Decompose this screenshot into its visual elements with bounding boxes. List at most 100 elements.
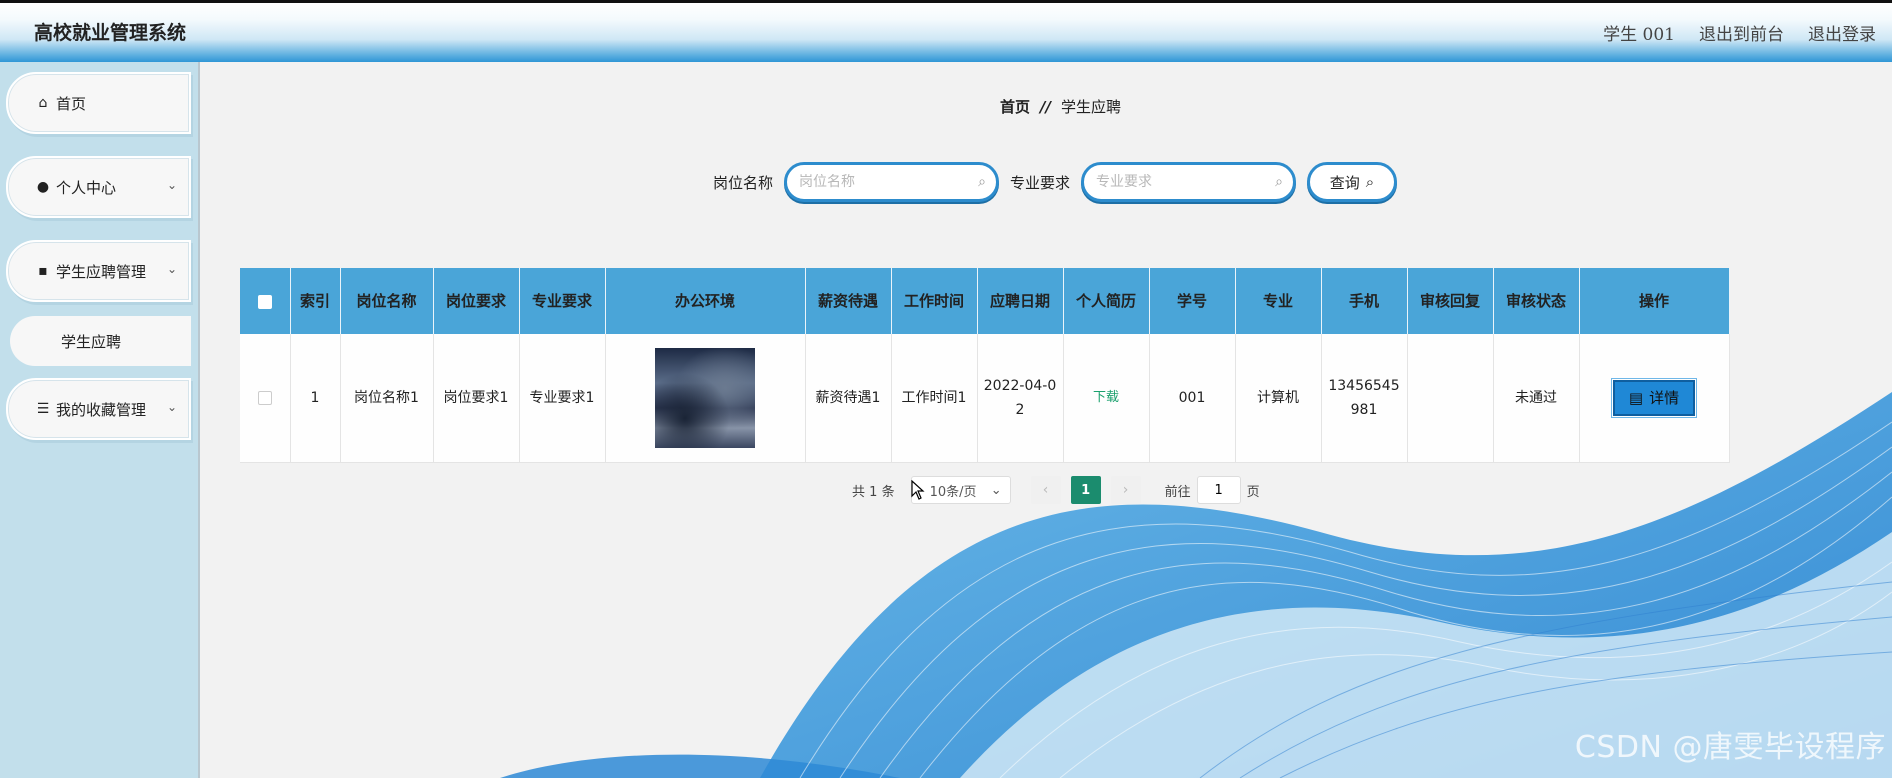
office-environment-image[interactable]: [655, 347, 755, 448]
sidebar: ⌂ 首页 ● 个人中心 ⌄ ▪ 学生应聘管理 ⌄ 学生应聘 ☰ 我的收藏管理 ⌄: [0, 62, 200, 778]
pagination-total: 共 1 条: [852, 481, 895, 500]
document-icon: ▤: [1628, 388, 1644, 407]
sidebar-item-label: 学生应聘管理: [56, 262, 147, 281]
breadcrumb-separator: //: [1040, 97, 1051, 116]
cell-job-requirement: 岗位要求1: [433, 334, 520, 463]
major-requirement-input[interactable]: [1096, 174, 1263, 190]
column-header: 个人简历: [1063, 268, 1150, 334]
page-number-button[interactable]: 1: [1070, 476, 1101, 504]
prev-page-button[interactable]: ‹: [1030, 476, 1061, 504]
chevron-down-icon: ⌄: [166, 262, 177, 276]
exit-to-front-link[interactable]: 退出到前台: [1699, 20, 1784, 45]
sidebar-subitem-label: 学生应聘: [61, 332, 122, 351]
sidebar-item-favorites-management[interactable]: ☰ 我的收藏管理 ⌄: [6, 378, 191, 440]
resume-download-link[interactable]: 下载: [1093, 390, 1119, 405]
goto-suffix: 页: [1246, 484, 1260, 500]
message-icon: ▪: [38, 263, 48, 279]
query-button[interactable]: 查询 ⌕: [1307, 162, 1397, 202]
column-header: 审核回复: [1407, 268, 1494, 334]
cell-salary: 薪资待遇1: [805, 334, 892, 463]
chevron-down-icon: ⌄: [990, 482, 1002, 498]
person-icon: ●: [36, 179, 50, 195]
total-count: 1: [869, 484, 878, 500]
cell-work-time: 工作时间1: [891, 334, 978, 463]
logout-link[interactable]: 退出登录: [1808, 20, 1876, 45]
top-bar-actions: 学生 001 退出到前台 退出登录: [1603, 20, 1876, 45]
cell-student-number: 001: [1149, 334, 1236, 463]
row-checkbox[interactable]: [257, 390, 272, 405]
home-icon: ⌂: [38, 95, 48, 111]
column-header: 专业要求: [519, 268, 606, 334]
sidebar-item-application-management[interactable]: ▪ 学生应聘管理 ⌄: [6, 240, 191, 302]
column-header: 工作时间: [891, 268, 978, 334]
total-prefix: 共: [852, 484, 866, 500]
cell-actions: ▤ 详情: [1579, 334, 1730, 463]
table-row: 1 岗位名称1 岗位要求1 专业要求1 薪资待遇1 工作时间1 2022-04-…: [240, 334, 1730, 463]
main-content: 首页 // 学生应聘 岗位名称 ⌕ 专业要求 ⌕ 查询 ⌕: [200, 62, 1892, 778]
major-requirement-field[interactable]: ⌕: [1081, 162, 1296, 202]
cell-apply-date: 2022-04-02: [977, 334, 1064, 463]
mouse-cursor-icon: [911, 480, 925, 500]
sidebar-item-label: 我的收藏管理: [56, 400, 147, 419]
breadcrumb-current: 学生应聘: [1060, 98, 1121, 116]
column-header: 学号: [1149, 268, 1236, 334]
cell-review-status: 未通过: [1493, 334, 1580, 463]
sidebar-subitem-student-application[interactable]: 学生应聘: [10, 316, 191, 366]
page-size-value: 10条/页: [929, 484, 977, 500]
sidebar-item-label: 首页: [56, 94, 87, 113]
current-user: 学生 001: [1603, 25, 1675, 45]
query-button-label: 查询: [1329, 173, 1360, 192]
breadcrumb-home[interactable]: 首页: [1000, 96, 1030, 117]
column-header: 应聘日期: [977, 268, 1064, 334]
column-header: 索引: [290, 268, 341, 334]
goto-page-input[interactable]: [1196, 476, 1241, 504]
select-all-checkbox[interactable]: [257, 294, 272, 309]
cell-resume: 下载: [1063, 334, 1150, 463]
column-header: 办公环境: [605, 268, 806, 334]
cell-phone: 13456545981: [1321, 334, 1408, 463]
table-header-row: 索引 岗位名称 岗位要求 专业要求 办公环境 薪资待遇 工作时间 应聘日期 个人…: [240, 268, 1730, 334]
column-header: 操作: [1579, 268, 1730, 334]
chevron-down-icon: ⌄: [166, 400, 177, 414]
search-icon: ⌕: [978, 174, 986, 190]
total-suffix: 条: [881, 484, 895, 500]
watermark: CSDN @唐雯毕设程序: [1574, 730, 1886, 765]
app-title: 高校就业管理系统: [34, 22, 187, 44]
breadcrumb: 首页 // 学生应聘: [1000, 96, 1121, 117]
column-header: 手机: [1321, 268, 1408, 334]
list-icon: ☰: [36, 401, 50, 417]
page-size-select[interactable]: 10条/页 ⌄: [910, 476, 1011, 504]
select-all-cell: [240, 268, 291, 334]
job-name-field[interactable]: ⌕: [784, 162, 999, 202]
cell-major: 计算机: [1235, 334, 1322, 463]
chevron-right-icon: ›: [1122, 482, 1129, 498]
detail-button-label: 详情: [1649, 388, 1680, 407]
column-header: 审核状态: [1493, 268, 1580, 334]
search-icon: ⌕: [1365, 173, 1375, 191]
cell-job-name: 岗位名称1: [340, 334, 434, 463]
detail-button[interactable]: ▤ 详情: [1611, 377, 1697, 418]
column-header: 岗位名称: [340, 268, 434, 334]
row-select-cell: [240, 334, 291, 463]
column-header: 薪资待遇: [805, 268, 892, 334]
chevron-down-icon: ⌄: [166, 178, 177, 192]
column-header: 岗位要求: [433, 268, 520, 334]
sidebar-item-personal-center[interactable]: ● 个人中心 ⌄: [6, 156, 191, 218]
top-bar: 高校就业管理系统 学生 001 退出到前台 退出登录: [0, 0, 1892, 62]
goto-label: 前往: [1164, 484, 1191, 500]
sidebar-item-home[interactable]: ⌂ 首页: [6, 72, 191, 134]
sidebar-item-label: 个人中心: [56, 178, 117, 197]
goto-page: 前往 页: [1165, 476, 1260, 504]
cell-major-requirement: 专业要求1: [519, 334, 606, 463]
chevron-left-icon: ‹: [1042, 482, 1049, 498]
application-table: 索引 岗位名称 岗位要求 专业要求 办公环境 薪资待遇 工作时间 应聘日期 个人…: [240, 268, 1892, 463]
column-header: 专业: [1235, 268, 1322, 334]
major-requirement-label: 专业要求: [1010, 174, 1071, 192]
search-icon: ⌕: [1275, 174, 1283, 190]
cell-index: 1: [290, 334, 341, 463]
cell-office-environment: [605, 334, 806, 463]
job-name-label: 岗位名称: [713, 174, 774, 192]
job-name-input[interactable]: [799, 174, 966, 190]
next-page-button[interactable]: ›: [1110, 476, 1141, 504]
cell-review-reply: [1407, 334, 1494, 463]
